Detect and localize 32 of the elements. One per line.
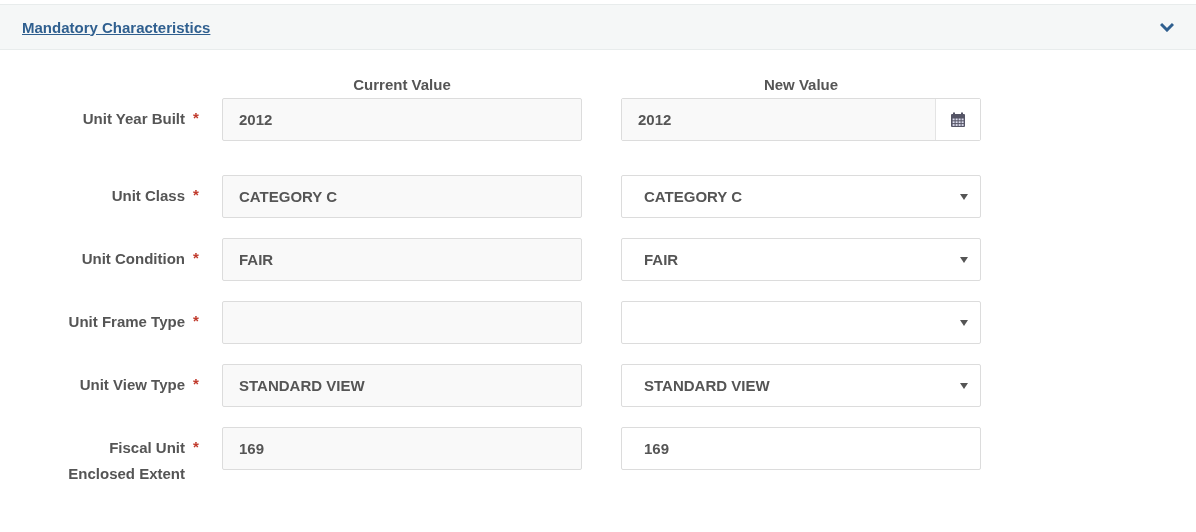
caret-icon [960,193,968,200]
caret-icon [960,256,968,263]
column-header: New Value [762,75,840,93]
required-asterisk: * [192,108,200,128]
current-value-field: CATEGORY C [222,175,582,218]
input-field[interactable]: 169 [621,427,981,470]
dropdown-field[interactable]: STANDARD VIEW [621,364,981,407]
caret-icon [960,319,968,326]
current-value-field: 2012 [222,98,582,141]
current-value-field: STANDARD VIEW [222,364,582,407]
dropdown-field[interactable]: CATEGORY C [621,175,981,218]
current-value-field: 169 [222,427,582,470]
required-asterisk: * [192,311,200,331]
calendar-icon[interactable] [950,111,966,128]
dropdown-field[interactable] [621,301,981,344]
required-asterisk: * [192,185,200,205]
required-asterisk: * [192,437,200,457]
column-header: Current Value [352,75,452,93]
field-label: Unit Year Built [82,109,185,129]
dropdown-field[interactable]: FAIR [621,238,981,281]
field-label: Unit Class [111,186,185,206]
date-field[interactable]: 2012 [621,98,981,141]
field-label: Unit Condition [81,249,185,269]
required-asterisk: * [192,248,200,268]
field-label: Unit View Type [79,375,185,395]
caret-icon [960,382,968,389]
panel-title-link[interactable]: Mandatory Characteristics [22,18,211,36]
current-value-field: FAIR [222,238,582,281]
field-label: Fiscal Unit Enclosed Extent [67,438,185,484]
field-label: Unit Frame Type [68,312,185,332]
required-asterisk: * [192,374,200,394]
chevron-down-icon[interactable] [1160,22,1174,32]
